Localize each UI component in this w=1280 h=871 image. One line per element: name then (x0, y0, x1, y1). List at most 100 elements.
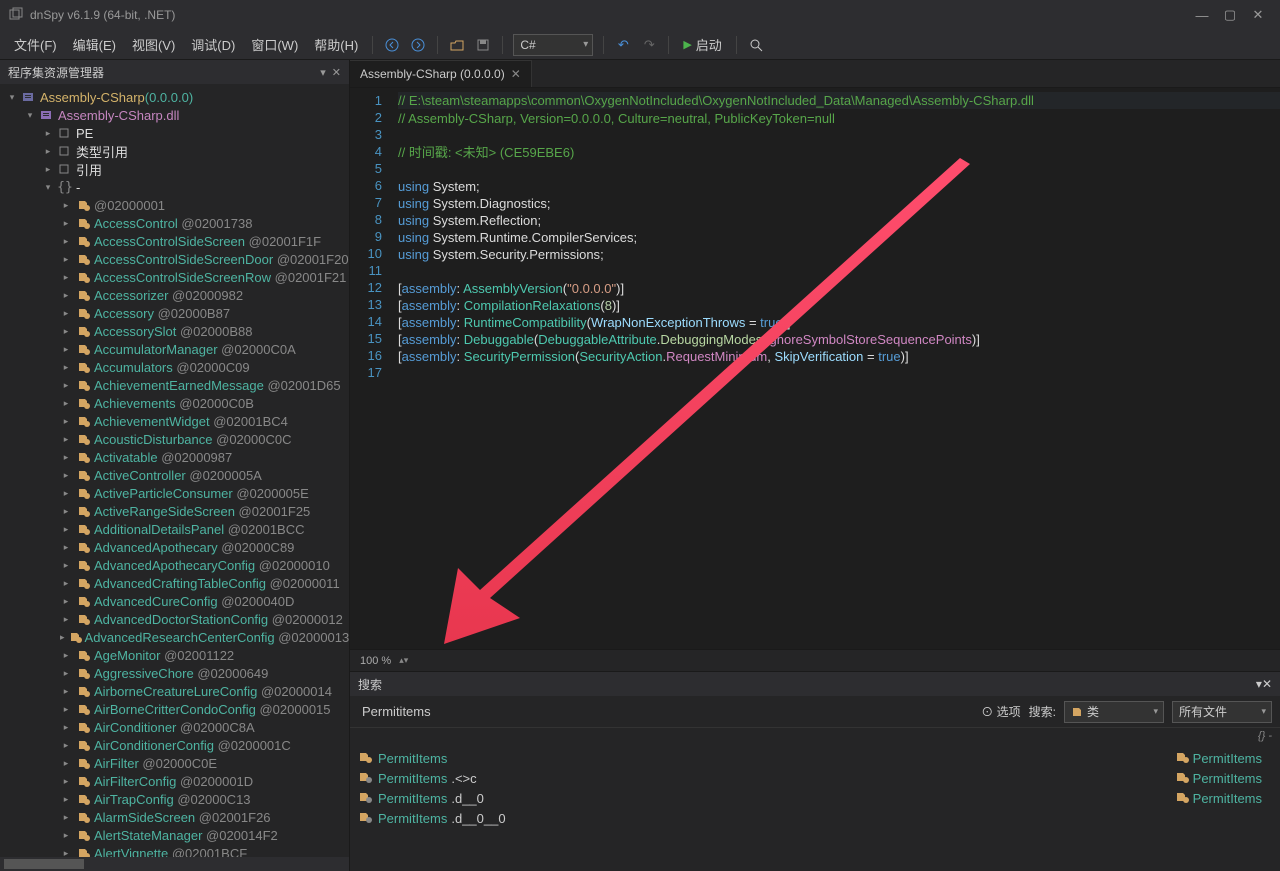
horizontal-scrollbar[interactable] (0, 857, 349, 871)
search-type-combo[interactable]: 类 (1064, 701, 1164, 723)
close-button[interactable]: ✕ (1244, 7, 1272, 23)
tree-class-node[interactable]: ▸ @02000001 (0, 196, 349, 214)
options-toggle[interactable]: ⊙ 选项 (981, 703, 1020, 720)
search-input[interactable] (358, 700, 973, 723)
title-bar: dnSpy v6.1.9 (64-bit, .NET) — ▢ ✕ (0, 0, 1280, 30)
zoom-spinner-icon[interactable]: ▴▾ (399, 655, 408, 666)
tree-class-node[interactable]: ▸Accessory @02000B87 (0, 304, 349, 322)
tree-class-node[interactable]: ▸ActiveParticleConsumer @0200005E (0, 484, 349, 502)
tree-class-node[interactable]: ▸AgeMonitor @02001122 (0, 646, 349, 664)
menu-bar: 文件(F) 编辑(E) 视图(V) 调试(D) 窗口(W) 帮助(H) C# ↶… (0, 30, 1280, 60)
language-combo[interactable]: C# (513, 34, 593, 56)
tab-close-icon[interactable]: ✕ (511, 67, 521, 81)
search-result-location[interactable]: PermitItems (1150, 788, 1270, 808)
tree-class-node[interactable]: ▸ActiveController @0200005A (0, 466, 349, 484)
run-label: 启动 (696, 35, 722, 54)
tree-class-node[interactable]: ▸Achievements @02000C0B (0, 394, 349, 412)
nav-forward-icon[interactable] (408, 35, 428, 55)
tree-class-node[interactable]: ▸AccessorySlot @02000B88 (0, 322, 349, 340)
tree-meta-node[interactable]: ▸PE (0, 124, 349, 142)
tree-class-node[interactable]: ▸Activatable @02000987 (0, 448, 349, 466)
app-icon (8, 7, 24, 23)
nav-back-icon[interactable] (382, 35, 402, 55)
tree-class-node[interactable]: ▸AchievementEarnedMessage @02001D65 (0, 376, 349, 394)
code-editor[interactable]: 1234567891011121314151617 // E:\steam\st… (350, 88, 1280, 649)
search-results: PermitItemsPermitItems.<>cPermitItems.d_… (350, 744, 1280, 871)
tree-class-node[interactable]: ▸AlertVignette @02001BCF (0, 844, 349, 857)
tree-class-node[interactable]: ▸AirConditioner @02000C8A (0, 718, 349, 736)
explorer-header: 程序集资源管理器 ▾ ✕ (0, 60, 349, 84)
search-panel: 搜索 ▾ ✕ ⊙ 选项 搜索: 类 所有文件 {} - PermitItemsP… (350, 671, 1280, 871)
tree-class-node[interactable]: ▸AdvancedApothecary @02000C89 (0, 538, 349, 556)
search-result-location[interactable]: PermitItems (1150, 748, 1270, 768)
search-type-value: 类 (1087, 703, 1099, 720)
tree-class-node[interactable]: ▸AdvancedApothecaryConfig @02000010 (0, 556, 349, 574)
search-toolbar-icon[interactable] (746, 35, 766, 55)
menu-file[interactable]: 文件(F) (6, 31, 65, 58)
tree-class-node[interactable]: ▸Accumulators @02000C09 (0, 358, 349, 376)
main-column: Assembly-CSharp (0.0.0.0) ✕ 123456789101… (350, 60, 1280, 871)
window-title: dnSpy v6.1.9 (64-bit, .NET) (30, 8, 1188, 22)
menu-view[interactable]: 视图(V) (124, 31, 183, 58)
search-result-item[interactable]: PermitItems.d__0 (350, 788, 1150, 808)
tree-meta-node[interactable]: ▸类型引用 (0, 142, 349, 160)
tree-class-node[interactable]: ▸AccessControlSideScreen @02001F1F (0, 232, 349, 250)
tree-class-node[interactable]: ▸AccumulatorManager @02000C0A (0, 340, 349, 358)
redo-icon[interactable]: ↷ (639, 35, 659, 55)
tree-assembly-root[interactable]: ▾Assembly-CSharp (0.0.0.0) (0, 88, 349, 106)
tree-class-node[interactable]: ▸AirFilterConfig @0200001D (0, 772, 349, 790)
tree-class-node[interactable]: ▸Accessorizer @02000982 (0, 286, 349, 304)
save-icon[interactable] (473, 35, 493, 55)
tree-class-node[interactable]: ▸AdvancedCraftingTableConfig @02000011 (0, 574, 349, 592)
tree-meta-node[interactable]: ▸引用 (0, 160, 349, 178)
tree-class-node[interactable]: ▸AccessControl @02001738 (0, 214, 349, 232)
tree-namespace-node[interactable]: ▾{}- (0, 178, 349, 196)
tree-class-node[interactable]: ▸AlarmSideScreen @02001F26 (0, 808, 349, 826)
tree-class-node[interactable]: ▸AchievementWidget @02001BC4 (0, 412, 349, 430)
tree-class-node[interactable]: ▸AccessControlSideScreenRow @02001F21 (0, 268, 349, 286)
tree-class-node[interactable]: ▸AcousticDisturbance @02000C0C (0, 430, 349, 448)
search-result-item[interactable]: PermitItems.<>c (350, 768, 1150, 788)
menu-window[interactable]: 窗口(W) (243, 31, 306, 58)
tree-dll-node[interactable]: ▾Assembly-CSharp.dll (0, 106, 349, 124)
tree-class-node[interactable]: ▸AlertStateManager @020014F2 (0, 826, 349, 844)
tree-class-node[interactable]: ▸AirTrapConfig @02000C13 (0, 790, 349, 808)
maximize-button[interactable]: ▢ (1216, 7, 1244, 23)
tree-class-node[interactable]: ▸AggressiveChore @02000649 (0, 664, 349, 682)
run-button[interactable]: ▶ 启动 (675, 33, 729, 56)
search-scope-value: 所有文件 (1179, 703, 1227, 720)
explorer-title: 程序集资源管理器 (8, 64, 314, 81)
editor-tabs: Assembly-CSharp (0.0.0.0) ✕ (350, 60, 1280, 88)
open-icon[interactable] (447, 35, 467, 55)
search-input-row: ⊙ 选项 搜索: 类 所有文件 (350, 696, 1280, 728)
search-label: 搜索: (1029, 703, 1056, 720)
tree-class-node[interactable]: ▸AdvancedDoctorStationConfig @02000012 (0, 610, 349, 628)
code-area[interactable]: // E:\steam\steamapps\common\OxygenNotIn… (390, 88, 1280, 649)
search-result-item[interactable]: PermitItems (350, 748, 1150, 768)
tree-class-node[interactable]: ▸AdditionalDetailsPanel @02001BCC (0, 520, 349, 538)
tree-class-node[interactable]: ▸AdvancedCureConfig @0200040D (0, 592, 349, 610)
tree-class-node[interactable]: ▸AirBorneCritterCondoConfig @02000015 (0, 700, 349, 718)
tree-class-node[interactable]: ▸AirFilter @02000C0E (0, 754, 349, 772)
panel-options-icon[interactable]: ▾ (320, 66, 326, 79)
minimize-button[interactable]: — (1188, 8, 1216, 23)
search-result-item[interactable]: PermitItems.d__0__0 (350, 808, 1150, 828)
search-result-location[interactable]: PermitItems (1150, 768, 1270, 788)
tree-class-node[interactable]: ▸AirConditionerConfig @0200001C (0, 736, 349, 754)
tree-class-node[interactable]: ▸ActiveRangeSideScreen @02001F25 (0, 502, 349, 520)
undo-icon[interactable]: ↶ (613, 35, 633, 55)
tree-class-node[interactable]: ▸AdvancedResearchCenterConfig @02000013 (0, 628, 349, 646)
tree-class-node[interactable]: ▸AirborneCreatureLureConfig @02000014 (0, 682, 349, 700)
search-header: 搜索 ▾ ✕ (350, 672, 1280, 696)
menu-help[interactable]: 帮助(H) (306, 31, 366, 58)
tree[interactable]: ▾Assembly-CSharp (0.0.0.0)▾Assembly-CSha… (0, 84, 349, 857)
assembly-explorer: 程序集资源管理器 ▾ ✕ ▾Assembly-CSharp (0.0.0.0)▾… (0, 60, 350, 871)
menu-debug[interactable]: 调试(D) (183, 31, 243, 58)
tree-class-node[interactable]: ▸AccessControlSideScreenDoor @02001F20 (0, 250, 349, 268)
tab-assembly-csharp[interactable]: Assembly-CSharp (0.0.0.0) ✕ (350, 60, 532, 87)
play-icon: ▶ (683, 38, 691, 51)
search-close-icon[interactable]: ✕ (1262, 677, 1272, 691)
panel-close-icon[interactable]: ✕ (332, 66, 341, 79)
menu-edit[interactable]: 编辑(E) (65, 31, 124, 58)
search-scope-combo[interactable]: 所有文件 (1172, 701, 1272, 723)
